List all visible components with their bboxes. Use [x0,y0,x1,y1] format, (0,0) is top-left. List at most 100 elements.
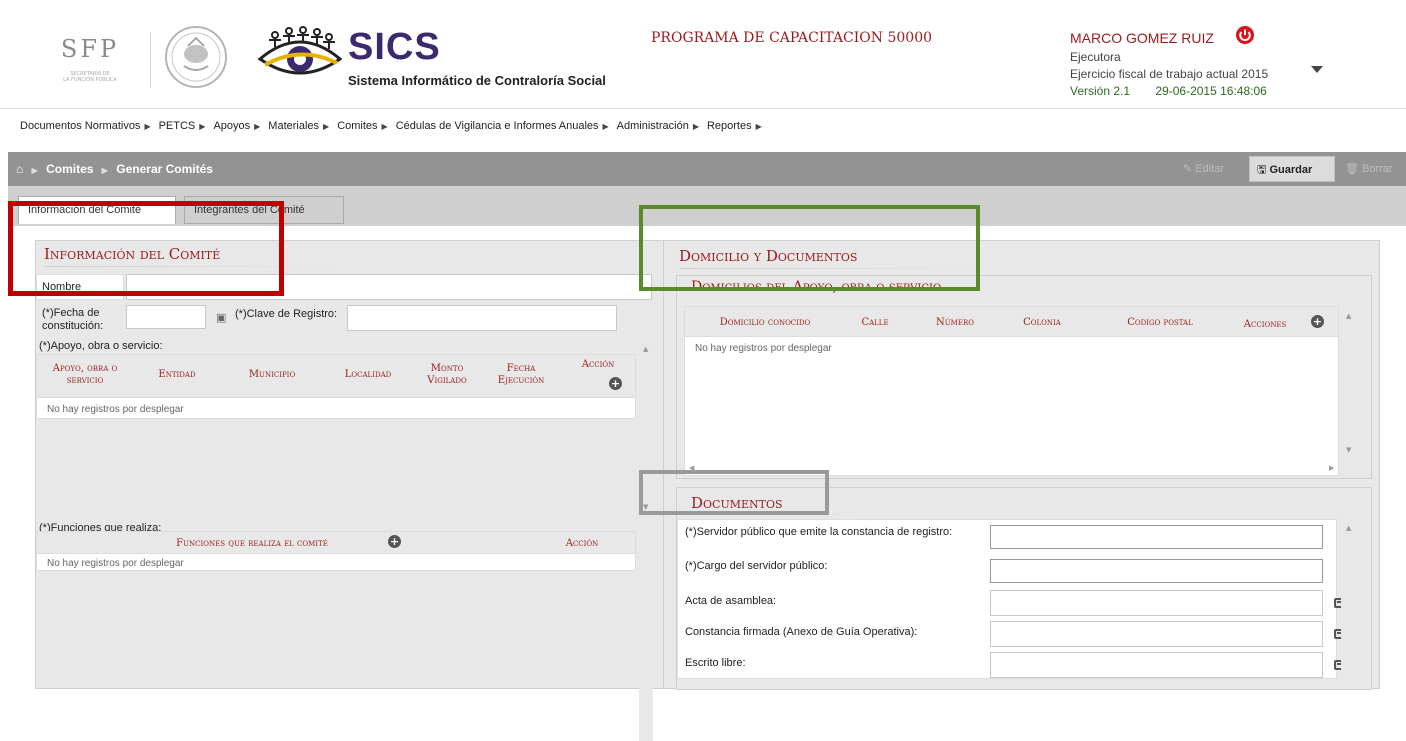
apoyo-table: Apoyo, obra o servicio Entidad Municipio… [36,354,636,419]
informacion-comite-panel: Información del Comité Nombre (*)Fecha d… [35,240,665,741]
servidor-publico-input[interactable] [990,525,1323,549]
scroll-right-icon[interactable]: ▶ [1329,464,1334,472]
col-fecha-ejecucion[interactable]: Fecha Ejecución [483,363,559,387]
menu-arrow-icon: ▶ [692,122,699,131]
domicilios-table-header: Domicilio conocido Calle Número Colonia … [685,307,1338,337]
version-datetime: 29-06-2015 16:48:06 [1155,84,1267,98]
mexico-seal-icon [165,26,227,88]
user-role: Ejecutora [1070,50,1121,64]
col-funciones-accion: Acción [565,538,599,549]
program-name: PROGRAMA DE CAPACITACION 50000 [651,30,933,46]
col-municipio[interactable]: Municipio [227,369,317,381]
domicilios-empty-message: No hay registros por desplegar [695,343,832,354]
add-domicilio-icon[interactable]: + [1311,315,1324,328]
constancia-firmada-input[interactable] [990,621,1323,647]
version-info: Versión 2.1 29-06-2015 16:48:06 [1070,84,1267,98]
annotation-green-box [639,205,980,291]
fecha-constitucion-input[interactable] [126,305,206,329]
header-separator [0,108,1406,109]
home-icon[interactable]: ⌂ [16,162,23,176]
trash-icon: 🗑 [1345,163,1363,175]
fecha-label-line2: constitución: [42,320,104,332]
col-colonia[interactable]: Colonia [997,317,1087,329]
domicilio-documentos-panel: Domicilio y Documentos Domicilios del Ap… [663,240,1380,690]
sics-eye-logo-icon [257,26,343,75]
constancia-firmada-label: Constancia firmada (Anexo de Guía Operat… [685,626,918,638]
breadcrumb: ⌂ ▶ Comites ▶ Generar Comités [16,162,218,176]
sfp-logo-sub2: LA FUNCIÓN PÚBLICA [63,77,117,83]
clave-registro-label: (*)Clave de Registro: [235,308,338,320]
menu-item-cedulas[interactable]: Cédulas de Vigilancia e Informes Anuales… [396,120,609,136]
col-apoyo[interactable]: Apoyo, obra o servicio [41,363,129,387]
apoyo-label: (*)Apoyo, obra o servicio: [39,340,163,352]
app-subtitle: Sistema Informático de Contraloría Socia… [348,73,606,88]
left-scrollbar[interactable] [639,341,653,741]
calendar-icon[interactable]: ▣ [216,311,226,324]
servidor-publico-label: (*)Servidor público que emite la constan… [685,526,953,538]
apoyo-empty-message: No hay registros por desplegar [47,404,184,415]
menu-arrow-icon: ▶ [602,122,609,131]
col-localidad[interactable]: Localidad [328,369,408,381]
user-name: MARCO GOMEZ RUIZ [1070,30,1214,46]
menu-item-petcs[interactable]: PETCS ▶ [159,120,206,136]
scroll-down-icon[interactable]: ▼ [1346,446,1351,454]
col-accion: Acción [581,359,615,370]
scroll-up-icon[interactable]: ▲ [1346,312,1351,320]
col-entidad[interactable]: Entidad [142,369,212,381]
main-menu: Documentos Normativos ▶ PETCS ▶ Apoyos ▶ Ma… [20,120,770,136]
header-divider [150,32,151,88]
col-monto[interactable]: Monto Vigilado [421,363,473,387]
annotation-red-box [8,201,284,296]
add-funcion-icon[interactable]: + [388,535,401,548]
menu-arrow-icon: ▶ [144,122,151,131]
escrito-libre-label: Escrito libre: [685,657,746,669]
menu-arrow-icon: ▶ [323,122,330,131]
domicilios-scrollbar[interactable] [1341,306,1355,461]
col-numero[interactable]: Número [915,317,995,329]
acta-asamblea-label: Acta de asamblea: [685,595,777,607]
scroll-up-icon[interactable]: ▲ [643,345,648,353]
menu-item-reportes[interactable]: Reportes ▶ [707,120,762,136]
edit-button[interactable]: ✎ Editar [1176,156,1248,182]
breadcrumb-arrow-icon: ▶ [101,166,108,175]
breadcrumb-arrow-icon: ▶ [31,166,38,175]
documentos-scrollbar[interactable] [1341,519,1355,679]
col-codigo-postal[interactable]: Codigo postal [1100,317,1220,329]
col-acciones: Acciones [1243,319,1287,330]
documentos-form: (*)Servidor público que emite la constan… [677,519,1344,679]
domicilios-table: Domicilio conocido Calle Número Colonia … [684,306,1339,476]
menu-item-materiales[interactable]: Materiales ▶ [268,120,329,136]
menu-item-comites[interactable]: Comites ▶ [337,120,388,136]
app-header: SFP SECRETARÍA DE LA FUNCIÓN PÚBLICA SIC… [0,0,1406,110]
menu-item-documentos-normativos[interactable]: Documentos Normativos ▶ [20,120,151,136]
add-apoyo-icon[interactable]: + [609,377,622,390]
fecha-label-line1: (*)Fecha de [42,307,100,319]
breadcrumb-generar-comites: Generar Comités [116,162,213,176]
menu-item-administracion[interactable]: Administración ▶ [617,120,699,136]
col-calle[interactable]: Calle [845,317,905,329]
documentos-subpanel: Documentos (*)Servidor público que emite… [676,487,1372,690]
menu-item-apoyos[interactable]: Apoyos ▶ [213,120,260,136]
power-icon[interactable] [1236,26,1254,44]
cargo-servidor-input[interactable] [990,559,1323,583]
domicilios-subpanel: Domicilios del Apoyo, obra o servicio Do… [676,275,1372,479]
col-funciones[interactable]: Funciones que realiza el comité [137,538,367,550]
annotation-gray-box [639,470,829,515]
acta-asamblea-input[interactable] [990,590,1323,616]
delete-button[interactable]: 🗑 Borrar [1338,156,1406,182]
menu-arrow-icon: ▶ [381,122,388,131]
escrito-libre-input[interactable] [990,652,1323,678]
fiscal-year: Ejercicio fiscal de trabajo actual 2015 [1070,67,1269,81]
save-icon: 🖫 [1257,164,1270,176]
sfp-logo-text: SFP [60,35,120,63]
scroll-up-icon[interactable]: ▲ [1346,524,1351,532]
sfp-logo-subtitle: SECRETARÍA DE LA FUNCIÓN PÚBLICA [35,71,145,83]
clave-registro-input[interactable] [347,305,617,331]
pencil-icon: ✎ [1183,163,1196,175]
funciones-table-header: Funciones que realiza el comité + Acción [37,532,635,554]
save-button[interactable]: 🖫 Guardar [1249,156,1335,182]
col-domicilio-conocido[interactable]: Domicilio conocido [695,317,835,329]
breadcrumb-comites[interactable]: Comites [46,162,93,176]
user-menu-caret-icon[interactable] [1311,66,1323,73]
cargo-servidor-label: (*)Cargo del servidor público: [685,560,828,572]
